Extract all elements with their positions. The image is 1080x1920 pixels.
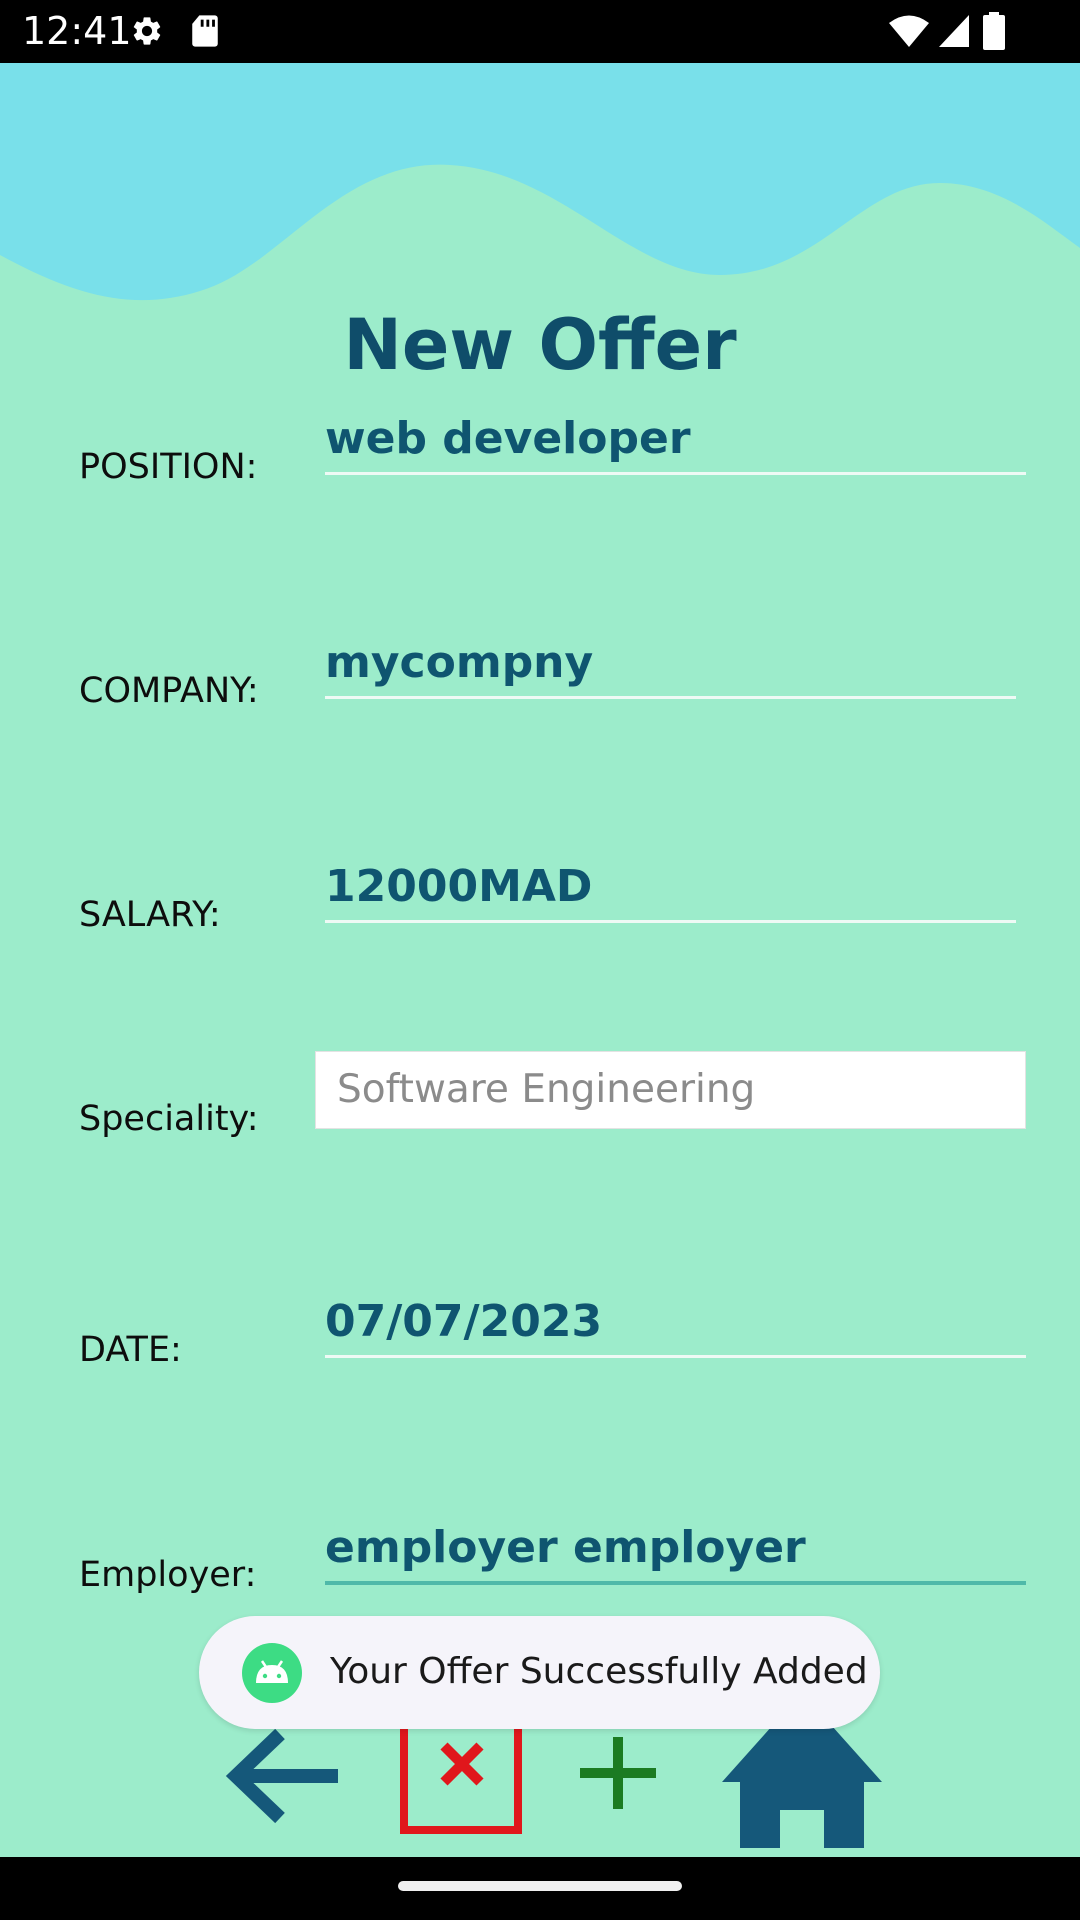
- position-field[interactable]: web developer: [325, 406, 1026, 475]
- add-icon[interactable]: [578, 1733, 658, 1813]
- position-label: POSITION:: [79, 447, 258, 487]
- success-toast: Your Offer Successfully Added: [199, 1616, 880, 1729]
- toast-message: Your Offer Successfully Added: [330, 1651, 868, 1692]
- system-nav-bar: [0, 1857, 1080, 1920]
- status-time: 12:41: [22, 9, 132, 53]
- employer-field[interactable]: employer employer: [325, 1515, 1026, 1585]
- position-value: web developer: [325, 413, 691, 464]
- salary-value: 12000MAD: [325, 861, 593, 912]
- date-value: 07/07/2023: [325, 1296, 603, 1347]
- speciality-label: Speciality:: [79, 1099, 259, 1139]
- employer-label: Employer:: [79, 1555, 257, 1595]
- android-icon: [242, 1643, 302, 1703]
- company-field[interactable]: mycompny: [325, 630, 1016, 699]
- speciality-dropdown[interactable]: Software Engineering: [315, 1051, 1026, 1129]
- sd-card-icon: [192, 15, 218, 47]
- back-arrow-icon[interactable]: [214, 1726, 342, 1826]
- speciality-selected-value: Software Engineering: [337, 1067, 756, 1112]
- header-wave: [0, 63, 1080, 323]
- company-label: COMPANY:: [79, 671, 259, 711]
- company-value: mycompny: [325, 637, 594, 688]
- page-title: New Offer: [343, 304, 737, 386]
- salary-label: SALARY:: [79, 895, 221, 935]
- status-bar: 12:41: [0, 0, 1080, 63]
- home-gesture-handle[interactable]: [398, 1881, 682, 1891]
- home-icon[interactable]: [722, 1726, 882, 1848]
- app-screen: New Offer POSITION: web developer COMPAN…: [0, 63, 1080, 1857]
- wifi-icon: [889, 15, 929, 47]
- date-field[interactable]: 07/07/2023: [325, 1289, 1026, 1358]
- signal-icon: [939, 15, 969, 47]
- battery-icon: [983, 12, 1005, 50]
- date-label: DATE:: [79, 1330, 182, 1370]
- salary-field[interactable]: 12000MAD: [325, 854, 1016, 923]
- employer-value: employer employer: [325, 1522, 806, 1573]
- settings-icon: [133, 17, 161, 45]
- delete-icon[interactable]: [400, 1726, 524, 1836]
